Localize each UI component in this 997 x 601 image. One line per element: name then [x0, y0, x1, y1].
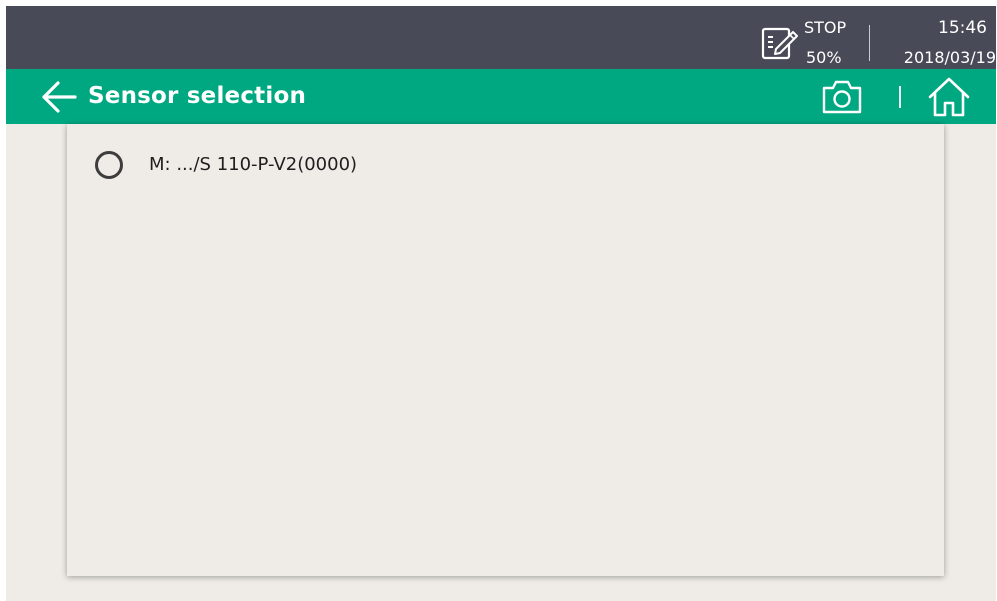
- status-bar: STOP 50% 15:46 2018/03/19: [6, 6, 996, 69]
- arrow-left-icon[interactable]: [40, 80, 80, 114]
- battery-percent: 50%: [806, 48, 842, 67]
- camera-icon[interactable]: [820, 77, 864, 117]
- clock-date: 2018/03/19: [903, 48, 996, 67]
- clock-time: 15:46: [938, 18, 987, 38]
- title-bar: Sensor selection: [6, 69, 996, 124]
- radio-button[interactable]: [95, 151, 123, 179]
- sensor-list-panel: M: .../S 110-P-V2(0000): [67, 124, 944, 576]
- title-divider: [899, 86, 901, 108]
- home-icon[interactable]: [926, 75, 972, 119]
- sensor-option[interactable]: M: .../S 110-P-V2(0000): [93, 148, 693, 188]
- page-title: Sensor selection: [88, 83, 307, 109]
- device-screen: STOP 50% 15:46 2018/03/19 Sensor selecti…: [6, 6, 996, 601]
- sensor-option-label: M: .../S 110-P-V2(0000): [149, 154, 358, 175]
- recording-state: STOP: [804, 18, 847, 37]
- status-divider: [869, 25, 870, 61]
- memo-pencil-icon[interactable]: [760, 23, 800, 63]
